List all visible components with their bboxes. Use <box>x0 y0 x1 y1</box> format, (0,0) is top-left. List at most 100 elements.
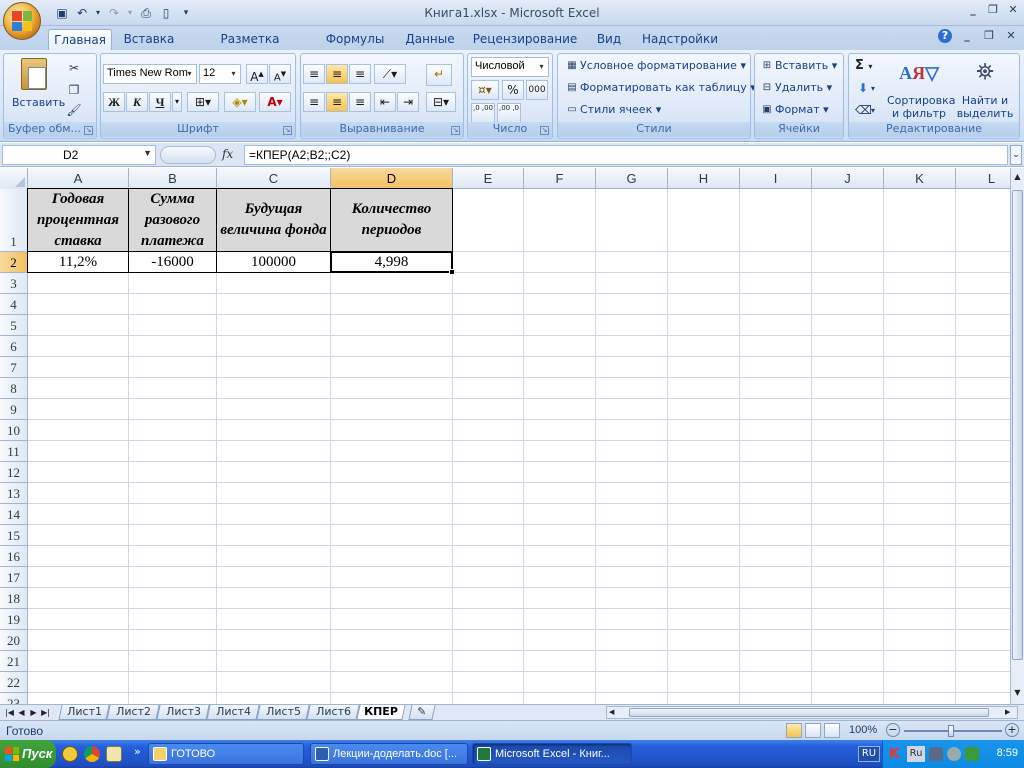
font-size-combo[interactable]: 12 ▾ <box>199 64 241 84</box>
zoom-level[interactable]: 100% <box>849 724 877 736</box>
row-header-5[interactable]: 5 <box>0 315 28 336</box>
maximize-button[interactable]: ❐ <box>986 3 1000 17</box>
tab-formulas[interactable]: Формулы <box>322 29 388 50</box>
help-icon[interactable]: ? <box>938 29 952 43</box>
next-sheet-icon[interactable]: ▶ <box>28 706 39 719</box>
header-cell-a1[interactable]: Годовая процентная ставка <box>27 188 129 252</box>
start-button[interactable]: Пуск <box>0 740 56 768</box>
tab-insert[interactable]: Вставка <box>118 29 180 50</box>
row-header-20[interactable]: 20 <box>0 630 28 651</box>
font-launcher-icon[interactable]: ↘ <box>283 126 292 135</box>
align-bottom-icon[interactable]: ≡ <box>349 64 371 84</box>
ribbon-restore-button[interactable]: ❐ <box>982 29 996 43</box>
tray-icon-b[interactable] <box>947 747 961 761</box>
grow-font-icon[interactable]: A▲ <box>246 64 268 84</box>
normal-view-icon[interactable] <box>786 723 802 738</box>
task-gotovo[interactable]: ГОТОВО <box>148 743 304 765</box>
insert-sheet-icon[interactable]: ✎ <box>408 705 436 720</box>
horizontal-scrollbar[interactable]: ◀ ▶ <box>606 706 1018 719</box>
vertical-scroll-thumb[interactable] <box>1012 190 1023 660</box>
percent-button[interactable]: % <box>502 80 524 100</box>
wrap-text-icon[interactable]: ↵ <box>426 64 452 86</box>
header-cell-d1[interactable]: Количество периодов <box>330 188 453 252</box>
task-word-doc[interactable]: Лекции-доделать.doc [... <box>310 743 468 765</box>
shrink-font-icon[interactable]: A▼ <box>269 64 291 84</box>
thousands-button[interactable]: 000 <box>526 80 548 100</box>
delete-cells-button[interactable]: ⊟ Удалить ▾ <box>759 80 832 96</box>
tab-addins[interactable]: Надстройки <box>640 29 720 50</box>
cell-styles-button[interactable]: ▭ Стили ячеек ▾ <box>564 102 661 118</box>
column-header-a[interactable]: A <box>28 168 129 189</box>
zoom-in-icon[interactable]: + <box>1005 723 1019 737</box>
formula-bar-handle[interactable] <box>160 146 216 164</box>
number-launcher-icon[interactable]: ↘ <box>540 126 549 135</box>
kaspersky-icon[interactable]: K <box>889 746 903 762</box>
select-all-button[interactable] <box>0 168 28 189</box>
data-cell-c2[interactable]: 100000 <box>216 251 331 273</box>
row-header-4[interactable]: 4 <box>0 294 28 315</box>
task-excel[interactable]: Microsoft Excel - Книг... <box>472 743 632 765</box>
conditional-formatting-button[interactable]: ▦ Условное форматирование ▾ <box>564 58 746 74</box>
merge-cells-icon[interactable]: ⊟▾ <box>426 92 456 112</box>
tab-view[interactable]: Вид <box>590 29 628 50</box>
format-painter-icon[interactable]: 🖌 <box>66 102 82 118</box>
increase-indent-icon[interactable]: ⇥ <box>397 92 419 112</box>
scroll-down-icon[interactable]: ▼ <box>1012 686 1023 700</box>
last-sheet-icon[interactable]: ▶| <box>40 706 51 719</box>
column-header-g[interactable]: G <box>596 168 668 189</box>
scroll-up-icon[interactable]: ▲ <box>1012 170 1023 184</box>
borders-icon[interactable]: ⊞▾ <box>187 92 219 112</box>
bold-button[interactable]: Ж <box>103 92 125 112</box>
first-sheet-icon[interactable]: |◀ <box>4 706 15 719</box>
tray-icon-a[interactable] <box>929 747 943 761</box>
row-header-13[interactable]: 13 <box>0 483 28 504</box>
row-header-8[interactable]: 8 <box>0 378 28 399</box>
fill-color-icon[interactable]: ◈▾ <box>224 92 256 112</box>
scroll-left-icon[interactable]: ◀ <box>609 707 619 718</box>
zoom-out-icon[interactable]: − <box>886 723 900 737</box>
close-button[interactable]: ✕ <box>1006 3 1020 17</box>
insert-cells-button[interactable]: ⊞ Вставить ▾ <box>759 58 838 74</box>
clipboard-launcher-icon[interactable]: ↘ <box>84 126 93 135</box>
column-header-c[interactable]: C <box>217 168 331 189</box>
column-header-l[interactable]: L <box>956 168 1010 189</box>
column-header-i[interactable]: I <box>740 168 812 189</box>
align-left-icon[interactable]: ≡ <box>303 92 325 112</box>
quicklaunch-expand-icon[interactable]: » <box>134 745 141 758</box>
formula-input[interactable]: =КПЕР(A2;B2;;C2) <box>244 145 1008 165</box>
font-color-icon[interactable]: A▾ <box>259 92 291 112</box>
row-header-21[interactable]: 21 <box>0 651 28 672</box>
align-top-icon[interactable]: ≡ <box>303 64 325 84</box>
row-header-16[interactable]: 16 <box>0 546 28 567</box>
paste-button[interactable]: Вставить <box>12 56 65 116</box>
sheet-tab-3[interactable]: Лист3 <box>156 705 210 720</box>
row-header-3[interactable]: 3 <box>0 273 28 294</box>
sheet-tab-6[interactable]: Лист6 <box>306 705 360 720</box>
scroll-right-icon[interactable]: ▶ <box>1005 707 1015 718</box>
data-cell-b2[interactable]: -16000 <box>128 251 217 273</box>
office-button[interactable] <box>3 2 41 40</box>
column-header-h[interactable]: H <box>668 168 740 189</box>
format-cells-button[interactable]: ▣ Формат ▾ <box>759 102 828 118</box>
quicklaunch-icon-1[interactable] <box>62 746 78 762</box>
row-header-18[interactable]: 18 <box>0 588 28 609</box>
column-header-d[interactable]: D <box>331 168 453 189</box>
font-name-combo[interactable]: Times New Rom ▾ <box>103 64 197 84</box>
column-header-j[interactable]: J <box>812 168 884 189</box>
decrease-decimal-button[interactable]: ,00 ,0 <box>497 103 521 123</box>
row-header-7[interactable]: 7 <box>0 357 28 378</box>
vertical-scrollbar[interactable]: ▲ ▼ <box>1010 168 1024 704</box>
row-header-6[interactable]: 6 <box>0 336 28 357</box>
ribbon-minimize-button[interactable]: _ <box>960 29 974 43</box>
sheet-tab-5[interactable]: Лист5 <box>256 705 310 720</box>
name-box[interactable]: D2 ▼ <box>2 145 156 165</box>
fill-handle[interactable] <box>449 269 455 275</box>
column-header-f[interactable]: F <box>524 168 596 189</box>
autosum-button[interactable]: Σ ▾ <box>855 58 872 73</box>
row-header-10[interactable]: 10 <box>0 420 28 441</box>
page-break-view-icon[interactable] <box>824 723 840 738</box>
row-header-19[interactable]: 19 <box>0 609 28 630</box>
number-format-combo[interactable]: Числовой ▾ <box>471 57 549 77</box>
row-header-17[interactable]: 17 <box>0 567 28 588</box>
tray-network-icon[interactable] <box>965 747 979 761</box>
